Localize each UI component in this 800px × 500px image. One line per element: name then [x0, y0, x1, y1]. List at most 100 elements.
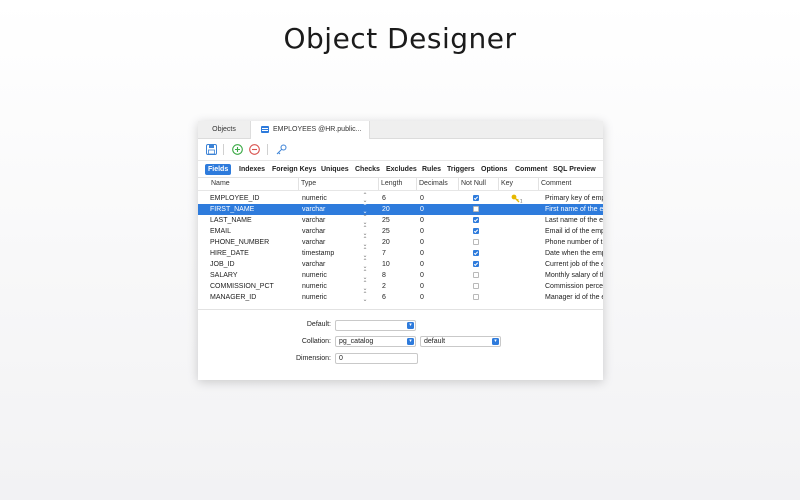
collation-schema-select[interactable]: pg_catalog ▾ — [335, 336, 416, 347]
tab-employees[interactable]: EMPLOYEES @HR.public... — [250, 121, 370, 139]
tab-objects[interactable]: Objects — [198, 121, 250, 138]
table-row[interactable]: EMPLOYEE_ID numeric ⌃ ⌄ 6 0 1 Primary key of em… — [198, 193, 603, 204]
field-name-cell[interactable]: EMPLOYEE_ID — [210, 193, 296, 204]
type-stepper-icon[interactable]: ⌃ ⌄ — [362, 237, 368, 248]
not-null-checkbox[interactable] — [473, 217, 479, 223]
field-length-cell[interactable]: 6 — [382, 193, 412, 204]
table-row[interactable]: EMAIL varchar ⌃ ⌄ 25 0 Email id of the empl — [198, 226, 603, 237]
field-decimals-cell[interactable]: 0 — [420, 237, 450, 248]
field-type-cell[interactable]: numeric — [302, 281, 362, 292]
field-name-cell[interactable]: JOB_ID — [210, 259, 296, 270]
subtab-checks[interactable]: Checks — [352, 164, 383, 175]
not-null-checkbox[interactable] — [473, 239, 479, 245]
save-icon[interactable] — [206, 144, 217, 155]
type-stepper-icon[interactable]: ⌃ ⌄ — [362, 248, 368, 259]
field-length-cell[interactable]: 7 — [382, 248, 412, 259]
not-null-checkbox[interactable] — [473, 272, 479, 278]
field-decimals-cell[interactable]: 0 — [420, 226, 450, 237]
col-notnull-header[interactable]: Not Null — [458, 178, 498, 190]
field-decimals-cell[interactable]: 0 — [420, 270, 450, 281]
col-comment-header[interactable]: Comment — [538, 178, 603, 190]
field-name-cell[interactable]: MANAGER_ID — [210, 292, 296, 303]
field-name-cell[interactable]: FIRST_NAME — [210, 204, 296, 215]
field-decimals-cell[interactable]: 0 — [420, 193, 450, 204]
field-length-cell[interactable]: 6 — [382, 292, 412, 303]
field-length-cell[interactable]: 20 — [382, 237, 412, 248]
collation-select[interactable]: default ▾ — [420, 336, 501, 347]
field-comment-cell[interactable]: Phone number of th — [545, 237, 603, 248]
subtab-sql-preview[interactable]: SQL Preview — [550, 164, 599, 175]
type-stepper-icon[interactable]: ⌃ ⌄ — [362, 193, 368, 204]
subtab-indexes[interactable]: Indexes — [236, 164, 268, 175]
key-icon[interactable] — [276, 144, 287, 155]
remove-field-icon[interactable] — [249, 144, 260, 155]
field-length-cell[interactable]: 2 — [382, 281, 412, 292]
subtab-fields[interactable]: Fields — [205, 164, 232, 175]
type-stepper-icon[interactable]: ⌃ ⌄ — [362, 204, 368, 215]
table-row[interactable]: MANAGER_ID numeric ⌃ ⌄ 6 0 Manager id of the e — [198, 292, 603, 303]
default-select[interactable]: ▾ — [335, 320, 416, 331]
field-name-cell[interactable]: PHONE_NUMBER — [210, 237, 296, 248]
subtab-foreign-keys[interactable]: Foreign Keys — [269, 164, 319, 175]
type-stepper-icon[interactable]: ⌃ ⌄ — [362, 215, 368, 226]
field-name-cell[interactable]: LAST_NAME — [210, 215, 296, 226]
table-row[interactable]: PHONE_NUMBER varchar ⌃ ⌄ 20 0 Phone number of … — [198, 237, 603, 248]
not-null-checkbox[interactable] — [473, 195, 479, 201]
field-name-cell[interactable]: EMAIL — [210, 226, 296, 237]
subtab-triggers[interactable]: Triggers — [444, 164, 478, 175]
field-length-cell[interactable]: 10 — [382, 259, 412, 270]
field-decimals-cell[interactable]: 0 — [420, 259, 450, 270]
subtab-excludes[interactable]: Excludes — [383, 164, 420, 175]
field-decimals-cell[interactable]: 0 — [420, 204, 450, 215]
field-length-cell[interactable]: 25 — [382, 215, 412, 226]
field-type-cell[interactable]: numeric — [302, 292, 362, 303]
col-decimals-header[interactable]: Decimals — [416, 178, 458, 190]
field-comment-cell[interactable]: Last name of the em — [545, 215, 603, 226]
add-field-icon[interactable] — [232, 144, 243, 155]
type-stepper-icon[interactable]: ⌃ ⌄ — [362, 226, 368, 237]
not-null-checkbox[interactable] — [473, 206, 479, 212]
field-comment-cell[interactable]: Primary key of empl — [545, 193, 603, 204]
field-decimals-cell[interactable]: 0 — [420, 215, 450, 226]
col-name-header[interactable]: Name — [209, 178, 298, 190]
field-type-cell[interactable]: numeric — [302, 270, 362, 281]
field-name-cell[interactable]: COMMISSION_PCT — [210, 281, 296, 292]
col-length-header[interactable]: Length — [378, 178, 416, 190]
subtab-rules[interactable]: Rules — [419, 164, 444, 175]
not-null-checkbox[interactable] — [473, 228, 479, 234]
not-null-checkbox[interactable] — [473, 250, 479, 256]
field-decimals-cell[interactable]: 0 — [420, 281, 450, 292]
col-type-header[interactable]: Type — [298, 178, 378, 190]
not-null-checkbox[interactable] — [473, 283, 479, 289]
field-name-cell[interactable]: SALARY — [210, 270, 296, 281]
type-stepper-icon[interactable]: ⌃ ⌄ — [362, 292, 368, 303]
field-name-cell[interactable]: HIRE_DATE — [210, 248, 296, 259]
field-type-cell[interactable]: varchar — [302, 215, 362, 226]
table-row[interactable]: FIRST_NAME varchar ⌃ ⌄ 20 0 First name of the … — [198, 204, 603, 215]
field-type-cell[interactable]: timestamp — [302, 248, 362, 259]
type-stepper-icon[interactable]: ⌃ ⌄ — [362, 259, 368, 270]
field-length-cell[interactable]: 8 — [382, 270, 412, 281]
table-row[interactable]: LAST_NAME varchar ⌃ ⌄ 25 0 Last name of the em — [198, 215, 603, 226]
field-length-cell[interactable]: 20 — [382, 204, 412, 215]
field-length-cell[interactable]: 25 — [382, 226, 412, 237]
field-comment-cell[interactable]: Email id of the empl — [545, 226, 603, 237]
type-stepper-icon[interactable]: ⌃ ⌄ — [362, 270, 368, 281]
field-comment-cell[interactable]: First name of the em — [545, 204, 603, 215]
field-type-cell[interactable]: varchar — [302, 237, 362, 248]
not-null-checkbox[interactable] — [473, 294, 479, 300]
table-row[interactable]: COMMISSION_PCT numeric ⌃ ⌄ 2 0 Commission perc… — [198, 281, 603, 292]
table-row[interactable]: HIRE_DATE timestamp ⌃ ⌄ 7 0 Date when the empl — [198, 248, 603, 259]
subtab-options[interactable]: Options — [478, 164, 510, 175]
field-type-cell[interactable]: varchar — [302, 226, 362, 237]
field-comment-cell[interactable]: Date when the empl — [545, 248, 603, 259]
field-type-cell[interactable]: varchar — [302, 204, 362, 215]
not-null-checkbox[interactable] — [473, 261, 479, 267]
field-comment-cell[interactable]: Monthly salary of th — [545, 270, 603, 281]
field-comment-cell[interactable]: Current job of the e — [545, 259, 603, 270]
field-comment-cell[interactable]: Commission percen — [545, 281, 603, 292]
field-type-cell[interactable]: numeric — [302, 193, 362, 204]
subtab-comment[interactable]: Comment — [512, 164, 550, 175]
table-row[interactable]: JOB_ID varchar ⌃ ⌄ 10 0 Current job of the e — [198, 259, 603, 270]
field-comment-cell[interactable]: Manager id of the e — [545, 292, 603, 303]
